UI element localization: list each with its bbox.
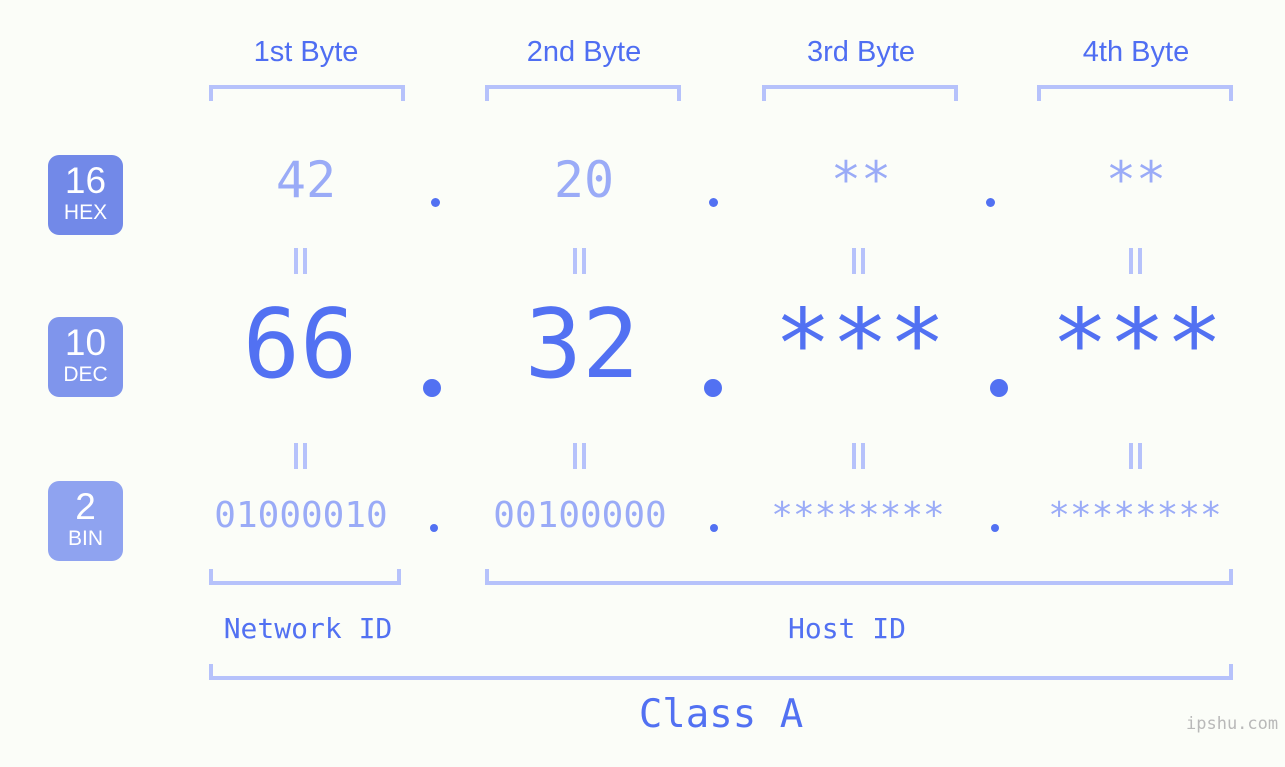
hex-value-2nd-byte: 20	[553, 151, 615, 209]
equivalence-mark-dec-bin-3	[852, 443, 866, 469]
hex-value-1st-byte: 42	[275, 151, 337, 209]
hex-value-3rd-byte: **	[830, 151, 892, 209]
bottom-bracket-class	[209, 664, 1233, 680]
bin-separator-dot-1	[430, 524, 438, 532]
class-label: Class A	[638, 692, 804, 737]
equivalence-mark-hex-dec-3	[852, 248, 866, 274]
dec-separator-dot-1	[423, 379, 441, 397]
group-label-host-id: Host ID	[787, 612, 906, 645]
equivalence-mark-hex-dec-1	[294, 248, 308, 274]
dec-separator-dot-3	[990, 379, 1008, 397]
base-badge-hex: 16 HEX	[48, 155, 123, 235]
bottom-bracket-network-id	[209, 569, 401, 585]
top-bracket-3rd-byte	[762, 85, 958, 101]
equivalence-mark-dec-bin-4	[1129, 443, 1143, 469]
equivalence-mark-dec-bin-1	[294, 443, 308, 469]
column-header-4th-byte: 4th Byte	[1082, 36, 1190, 68]
site-watermark: ipshu.com	[1186, 714, 1279, 734]
column-header-2nd-byte: 2nd Byte	[526, 36, 642, 68]
base-badge-bin-name: BIN	[67, 527, 103, 550]
column-header-3rd-byte: 3rd Byte	[807, 36, 915, 68]
equivalence-mark-hex-dec-4	[1129, 248, 1143, 274]
top-bracket-4th-byte	[1037, 85, 1233, 101]
bin-value-2nd-byte: 00100000	[493, 495, 667, 536]
equivalence-mark-hex-dec-2	[573, 248, 587, 274]
hex-separator-dot-3	[986, 198, 995, 207]
dec-separator-dot-2	[704, 379, 722, 397]
bin-value-3rd-byte: ********	[771, 495, 945, 536]
base-badge-bin: 2 BIN	[48, 481, 123, 561]
base-badge-hex-number: 16	[64, 160, 107, 201]
base-badge-dec: 10 DEC	[48, 317, 123, 397]
bin-value-1st-byte: 01000010	[214, 495, 388, 536]
bin-separator-dot-3	[991, 524, 999, 532]
hex-separator-dot-2	[709, 198, 718, 207]
dec-value-1st-byte: 66	[242, 290, 358, 400]
column-header-1st-byte: 1st Byte	[253, 36, 359, 68]
hex-value-4th-byte: **	[1105, 151, 1167, 209]
group-label-network-id: Network ID	[223, 612, 393, 645]
base-badge-bin-number: 2	[75, 486, 96, 527]
top-bracket-1st-byte	[209, 85, 405, 101]
top-bracket-2nd-byte	[485, 85, 681, 101]
dec-value-4th-byte: ***	[1051, 290, 1223, 400]
hex-separator-dot-1	[431, 198, 440, 207]
dec-value-3rd-byte: ***	[774, 290, 946, 400]
bin-separator-dot-2	[710, 524, 718, 532]
base-badge-dec-name: DEC	[63, 363, 108, 386]
base-badge-hex-name: HEX	[63, 201, 108, 224]
ip-address-breakdown-diagram: 1st Byte 2nd Byte 3rd Byte 4th Byte 16 H…	[0, 0, 1285, 767]
dec-value-2nd-byte: 32	[524, 290, 640, 400]
equivalence-mark-dec-bin-2	[573, 443, 587, 469]
bin-value-4th-byte: ********	[1048, 495, 1222, 536]
bottom-bracket-host-id	[485, 569, 1233, 585]
base-badge-dec-number: 10	[64, 322, 107, 363]
